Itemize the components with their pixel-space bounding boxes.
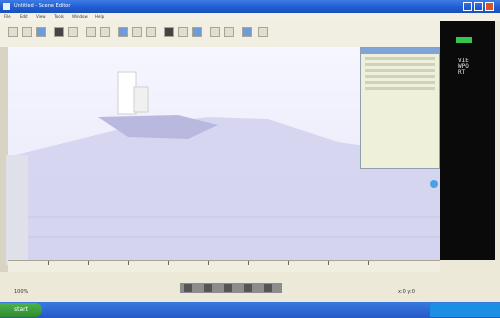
menu-view[interactable]: View	[36, 14, 46, 20]
panel-row[interactable]	[365, 75, 435, 78]
panel-row[interactable]	[365, 69, 435, 72]
ruler-tick	[328, 261, 329, 265]
playback-controls	[180, 283, 282, 293]
coordinates-readout: x:0 y:0	[398, 289, 415, 295]
ruler-tick	[288, 261, 289, 265]
open-button[interactable]	[22, 27, 32, 37]
ruler-tick	[368, 261, 369, 265]
ruler-tick	[208, 261, 209, 265]
ruler-tick	[48, 261, 49, 265]
panel-row[interactable]	[365, 57, 435, 60]
title-bar: Untitled - Scene Editor	[0, 0, 500, 13]
panel-row[interactable]	[365, 63, 435, 66]
light-button[interactable]	[224, 27, 234, 37]
panel-row[interactable]	[365, 81, 435, 84]
properties-panel-header	[361, 48, 439, 54]
ruler-tick	[248, 261, 249, 265]
copy-button[interactable]	[68, 27, 78, 37]
mouse-cursor-icon	[430, 180, 438, 188]
properties-panel[interactable]	[360, 47, 440, 169]
play-button[interactable]	[204, 284, 212, 292]
move-tool-button[interactable]	[146, 27, 156, 37]
vertical-caption: VIEWPORT	[458, 58, 469, 76]
menu-help[interactable]: Help	[95, 14, 104, 20]
camera-button[interactable]	[210, 27, 220, 37]
ruler-tick	[128, 261, 129, 265]
system-tray	[430, 303, 500, 317]
redo-button[interactable]	[118, 27, 128, 37]
side-panel	[6, 155, 28, 265]
save-button[interactable]	[36, 27, 46, 37]
end-button[interactable]	[264, 284, 272, 292]
minimize-button[interactable]	[463, 2, 472, 11]
maximize-button[interactable]	[474, 2, 483, 11]
window-title: Untitled - Scene Editor	[14, 3, 71, 9]
app-icon	[3, 3, 10, 10]
paste-button[interactable]	[86, 27, 96, 37]
undo-button[interactable]	[100, 27, 110, 37]
forward-button[interactable]	[244, 284, 252, 292]
rewind-button[interactable]	[184, 284, 192, 292]
start-button[interactable]: start	[0, 303, 42, 317]
menu-tools[interactable]: Tools	[54, 14, 64, 20]
new-button[interactable]	[8, 27, 18, 37]
menu-window[interactable]: Window	[72, 14, 88, 20]
menu-file[interactable]: File	[4, 14, 11, 20]
select-tool-button[interactable]	[132, 27, 142, 37]
scale-tool-button[interactable]	[178, 27, 188, 37]
menu-bar: File Edit View Tools Window Help	[0, 13, 500, 21]
stop-button[interactable]	[224, 284, 232, 292]
ruler-tick	[88, 261, 89, 265]
render-button[interactable]	[192, 27, 202, 37]
cut-button[interactable]	[54, 27, 64, 37]
toolbar	[0, 21, 440, 48]
panel-row[interactable]	[365, 87, 435, 90]
menu-edit[interactable]: Edit	[20, 14, 28, 20]
close-button[interactable]	[485, 2, 494, 11]
zoom-button[interactable]	[258, 27, 268, 37]
ruler-tick	[168, 261, 169, 265]
taskbar: start	[0, 302, 500, 318]
grid-button[interactable]	[242, 27, 252, 37]
rotate-tool-button[interactable]	[164, 27, 174, 37]
status-indicator-icon	[456, 37, 472, 43]
zoom-level: 100%	[14, 289, 29, 295]
